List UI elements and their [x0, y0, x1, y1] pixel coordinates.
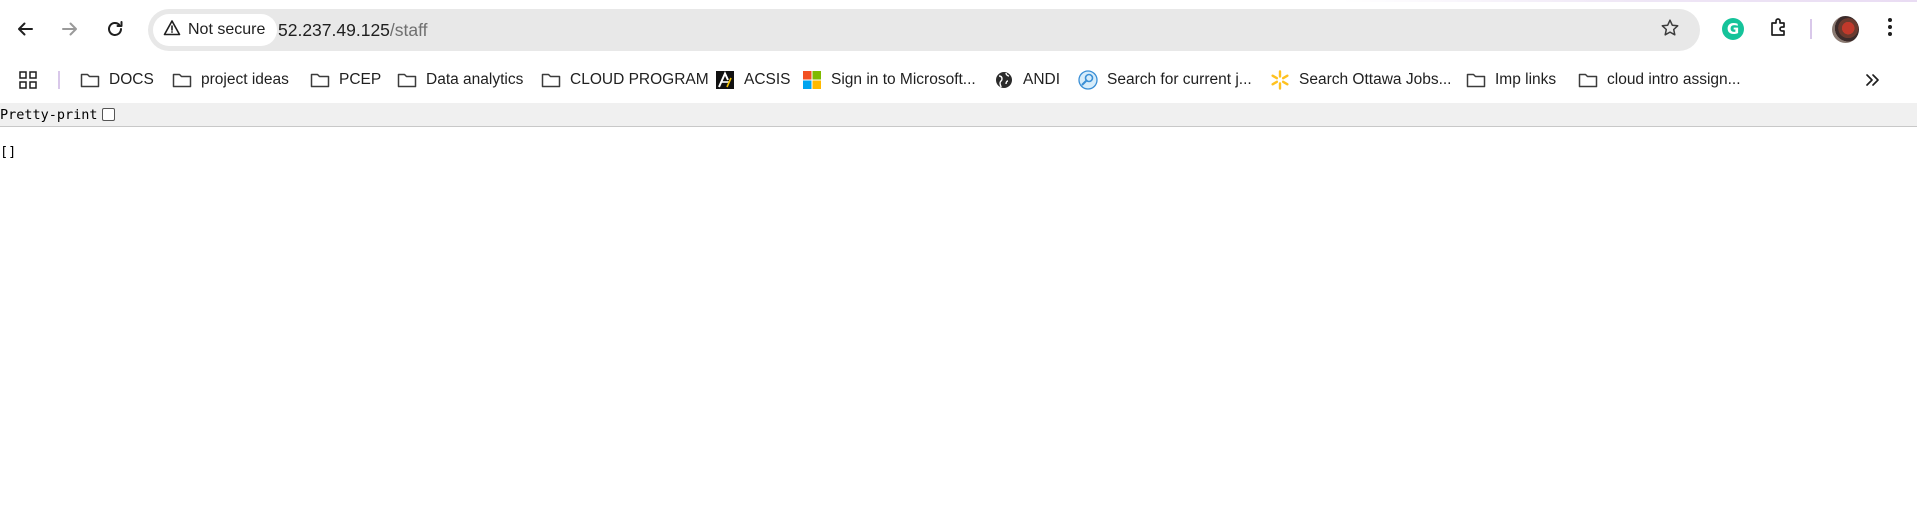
bookmark-search-current-jobs[interactable]: Search for current j...	[1078, 59, 1252, 101]
bookmark-pcep[interactable]: PCEP	[310, 59, 381, 101]
arrow-left-icon	[15, 19, 35, 39]
extensions-button[interactable]	[1765, 15, 1793, 43]
globe-icon	[994, 70, 1014, 90]
pretty-print-label: Pretty-print	[0, 106, 98, 123]
bookmark-label: DOCS	[109, 71, 154, 88]
address-bar[interactable]: Not secure 52.237.49.125/staff	[148, 9, 1700, 51]
star-icon	[1660, 18, 1680, 43]
bookmark-label: Search for current j...	[1107, 71, 1252, 88]
bookmark-label: Sign in to Microsoft...	[831, 71, 976, 88]
toolbar-accent	[0, 0, 1917, 2]
folder-icon	[172, 70, 192, 90]
bookmark-data-analytics[interactable]: Data analytics	[397, 59, 523, 101]
bookmarks-overflow-button[interactable]	[1862, 59, 1882, 101]
apps-button[interactable]	[18, 59, 38, 101]
folder-icon	[1466, 70, 1486, 90]
reload-icon	[105, 19, 125, 39]
grammarly-extension-button[interactable]: G	[1719, 15, 1747, 43]
json-content: []	[0, 144, 17, 160]
arrow-right-icon	[60, 19, 80, 39]
profile-avatar[interactable]	[1832, 16, 1859, 43]
bookmark-label: CLOUD PROGRAM	[570, 71, 709, 88]
bookmark-label: PCEP	[339, 71, 382, 88]
double-chevron-right-icon	[1862, 70, 1882, 90]
bookmark-label: Data analytics	[426, 71, 524, 88]
browser-toolbar: Not secure 52.237.49.125/staff G	[0, 0, 1917, 59]
bookmark-label: ACSIS	[744, 71, 791, 88]
bookmark-imp-links[interactable]: Imp links	[1466, 59, 1556, 101]
bookmark-project-ideas[interactable]: project ideas	[172, 59, 289, 101]
bookmark-docs[interactable]: DOCS	[80, 59, 154, 101]
folder-icon	[310, 70, 330, 90]
forward-button[interactable]	[52, 11, 88, 47]
bookmark-sign-in-microsoft[interactable]: Sign in to Microsoft...	[802, 59, 976, 101]
folder-icon	[541, 70, 561, 90]
bookmark-cloud-intro-assign[interactable]: cloud intro assign...	[1578, 59, 1741, 101]
bookmark-andi[interactable]: ANDI	[994, 59, 1060, 101]
bookmarks-separator	[58, 71, 60, 89]
url-host: 52.237.49.125	[278, 19, 390, 40]
security-label: Not secure	[188, 21, 266, 38]
bookmark-label: Search Ottawa Jobs...	[1299, 71, 1452, 88]
folder-icon	[1578, 70, 1598, 90]
bookmark-acsis[interactable]: ACSIS	[715, 59, 791, 101]
kebab-menu-icon	[1887, 17, 1893, 42]
apps-grid-icon	[18, 70, 38, 90]
puzzle-icon	[1768, 16, 1790, 43]
job-search-icon	[1078, 70, 1098, 90]
bookmark-label: project ideas	[201, 71, 289, 88]
bookmark-search-ottawa-jobs[interactable]: Search Ottawa Jobs...	[1270, 59, 1452, 101]
security-indicator[interactable]: Not secure	[153, 14, 278, 46]
acsis-logo-icon	[715, 70, 735, 90]
browser-menu-button[interactable]	[1876, 15, 1904, 43]
url-text[interactable]: 52.237.49.125/staff	[278, 9, 428, 51]
warning-icon	[163, 19, 181, 42]
grammarly-icon: G	[1722, 18, 1744, 40]
url-path: /staff	[389, 19, 428, 40]
folder-icon	[80, 70, 100, 90]
back-button[interactable]	[7, 11, 43, 47]
microsoft-logo-icon	[802, 70, 822, 90]
pretty-print-bar: Pretty-print	[0, 103, 1917, 127]
pretty-print-checkbox[interactable]	[101, 108, 115, 121]
reload-button[interactable]	[97, 11, 133, 47]
bookmark-label: ANDI	[1023, 71, 1061, 88]
bookmark-label: cloud intro assign...	[1607, 71, 1741, 88]
folder-icon	[397, 70, 417, 90]
bookmark-label: Imp links	[1495, 71, 1557, 88]
bookmark-star-button[interactable]	[1658, 18, 1682, 42]
sparkle-icon	[1270, 70, 1290, 90]
bookmarks-bar: DOCS project ideas PCEP Data analytics C…	[0, 59, 1917, 101]
toolbar-separator	[1810, 19, 1812, 39]
bookmark-cloud-program[interactable]: CLOUD PROGRAM	[541, 59, 709, 101]
